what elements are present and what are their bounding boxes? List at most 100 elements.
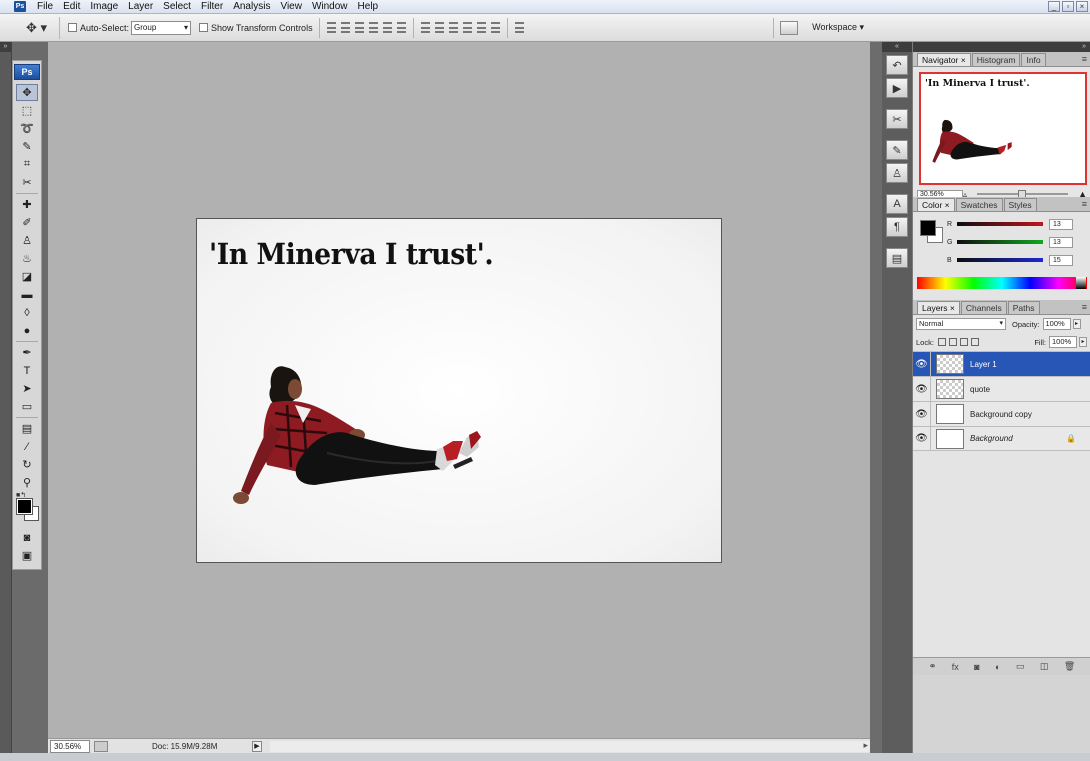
red-slider[interactable] — [957, 222, 1043, 226]
black-white-ramp[interactable] — [1076, 277, 1086, 289]
tab-histogram[interactable]: Histogram — [971, 53, 1021, 66]
close-button[interactable]: × — [1076, 1, 1088, 12]
character-panel-icon[interactable]: A — [886, 194, 908, 214]
tab-navigator[interactable]: Navigator × — [917, 53, 971, 66]
align-right-edges-icon[interactable] — [396, 22, 407, 33]
restore-button[interactable]: ▫ — [1062, 1, 1074, 12]
distribute-vcenter-icon[interactable] — [434, 22, 445, 33]
distribute-bottom-icon[interactable] — [448, 22, 459, 33]
lock-pixels-icon[interactable] — [948, 338, 957, 346]
opacity-arrow-icon[interactable]: ▸ — [1072, 319, 1081, 329]
blend-mode-dropdown[interactable]: Normal — [916, 318, 1006, 330]
paragraph-panel-icon[interactable]: ¶ — [886, 217, 908, 237]
menu-file[interactable]: File — [32, 1, 58, 12]
menu-view[interactable]: View — [275, 1, 307, 12]
tool-preset-picker[interactable]: ✥ ▾ — [14, 16, 60, 39]
quick-select-tool-icon[interactable]: ✎ — [16, 138, 38, 155]
healing-brush-icon[interactable]: ✚ — [16, 196, 38, 213]
panel-menu-icon[interactable]: ≡ — [1082, 54, 1087, 64]
zoom-slider[interactable] — [977, 190, 1069, 199]
workspace-menu[interactable]: Workspace ▾ — [812, 22, 864, 33]
dodge-tool-icon[interactable]: ● — [16, 322, 38, 339]
actions-panel-icon[interactable]: ▶ — [886, 78, 908, 98]
align-horizontal-centers-icon[interactable] — [382, 22, 393, 33]
panel-menu-icon[interactable]: ≡ — [1082, 302, 1087, 312]
layer-mask-icon[interactable]: ◙ — [974, 662, 979, 672]
slice-tool-icon[interactable]: ✂ — [16, 174, 38, 191]
navigator-thumbnail[interactable]: 'In Minerva I trust'. — [919, 72, 1087, 185]
lock-transparency-icon[interactable] — [937, 338, 946, 346]
auto-select-dropdown[interactable]: Group — [131, 20, 192, 35]
notes-tool-icon[interactable]: ▤ — [16, 420, 38, 437]
link-layers-icon[interactable]: ⚭ — [929, 661, 937, 672]
lasso-tool-icon[interactable]: ➰ — [16, 120, 38, 137]
new-group-icon[interactable]: ▭ — [1016, 661, 1025, 672]
tool-presets-icon[interactable]: ✂ — [886, 109, 908, 129]
layer-row-quote[interactable]: 👁 quote — [913, 376, 1090, 402]
menu-layer[interactable]: Layer — [123, 1, 158, 12]
green-value-field[interactable]: 13 — [1049, 236, 1073, 248]
zoom-level-field[interactable]: 30.56% — [50, 739, 90, 753]
eye-icon[interactable]: 👁 — [913, 401, 931, 427]
move-tool-icon[interactable]: ✥ — [16, 84, 38, 101]
foreground-color[interactable] — [16, 498, 33, 515]
layer-row-layer-1[interactable]: 👁 Layer 1 — [913, 351, 1090, 377]
opacity-field[interactable]: 100% — [1042, 318, 1071, 330]
menu-image[interactable]: Image — [85, 1, 123, 12]
red-value-field[interactable]: 13 — [1049, 218, 1073, 230]
canvas[interactable]: 'In Minerva I trust'. — [196, 218, 722, 563]
screen-mode-icon[interactable]: ▣ — [16, 547, 38, 564]
menu-select[interactable]: Select — [158, 1, 196, 12]
marquee-tool-icon[interactable]: ⬚ — [16, 102, 38, 119]
zoom-tool-icon[interactable]: ⚲ — [16, 474, 38, 491]
layer-comps-icon[interactable]: ▤ — [886, 248, 908, 268]
blue-value-field[interactable]: 15 — [1049, 254, 1073, 266]
fill-arrow-icon[interactable]: ▸ — [1079, 337, 1087, 347]
eye-icon[interactable]: 👁 — [913, 351, 931, 377]
blue-slider[interactable] — [957, 258, 1043, 262]
fill-field[interactable]: 100% — [1049, 336, 1077, 348]
layer-style-icon[interactable]: fx — [952, 662, 959, 672]
gradient-tool-icon[interactable]: ▬ — [16, 286, 38, 303]
panel-menu-icon[interactable]: ≡ — [1082, 199, 1087, 209]
horizontal-scrollbar[interactable] — [270, 740, 870, 752]
menu-window[interactable]: Window — [307, 1, 353, 12]
distribute-right-icon[interactable] — [490, 22, 501, 33]
align-left-edges-icon[interactable] — [368, 22, 379, 33]
path-select-icon[interactable]: ➤ — [16, 380, 38, 397]
brush-tool-icon[interactable]: ✐ — [16, 214, 38, 231]
crop-tool-icon[interactable]: ⌗ — [16, 156, 38, 173]
new-layer-icon[interactable]: ◫ — [1040, 661, 1049, 672]
menu-filter[interactable]: Filter — [196, 1, 228, 12]
color-spectrum-ramp[interactable] — [917, 277, 1087, 289]
delete-layer-icon[interactable]: 🗑 — [1064, 661, 1075, 672]
menu-analysis[interactable]: Analysis — [228, 1, 275, 12]
history-panel-icon[interactable]: ↶ — [886, 55, 908, 75]
collapse-icon[interactable]: » — [0, 42, 11, 52]
distribute-top-icon[interactable] — [420, 22, 431, 33]
status-preview-icon[interactable] — [94, 740, 108, 752]
menu-edit[interactable]: Edit — [58, 1, 85, 12]
color-panel-foreground[interactable] — [920, 220, 936, 236]
collapse-icon[interactable]: » — [913, 42, 1090, 52]
tab-swatches[interactable]: Swatches — [955, 198, 1003, 211]
swap-colors-icon[interactable]: ■↰ — [16, 491, 26, 499]
collapse-icon[interactable]: « — [882, 42, 912, 52]
eraser-tool-icon[interactable]: ◪ — [16, 268, 38, 285]
rotate-view-icon[interactable]: ↻ — [16, 456, 38, 473]
tab-styles[interactable]: Styles — [1003, 198, 1037, 211]
align-bottom-edges-icon[interactable] — [354, 22, 365, 33]
tab-info[interactable]: Info — [1021, 53, 1046, 66]
minimize-button[interactable]: _ — [1048, 1, 1060, 12]
layer-row-background[interactable]: 👁 Background 🔒 — [913, 426, 1090, 451]
quick-mask-icon[interactable]: ◙ — [16, 529, 38, 546]
layer-row-background-copy[interactable]: 👁 Background copy — [913, 401, 1090, 427]
align-top-edges-icon[interactable] — [326, 22, 337, 33]
lock-position-icon[interactable] — [959, 338, 968, 346]
auto-align-icon[interactable] — [514, 22, 525, 33]
tab-channels[interactable]: Channels — [960, 301, 1007, 314]
adjustment-layer-icon[interactable]: ◐ — [995, 662, 1000, 672]
distribute-hcenter-icon[interactable] — [476, 22, 487, 33]
clone-source-icon[interactable]: ♙ — [886, 163, 908, 183]
clone-stamp-icon[interactable]: ♙ — [16, 232, 38, 249]
